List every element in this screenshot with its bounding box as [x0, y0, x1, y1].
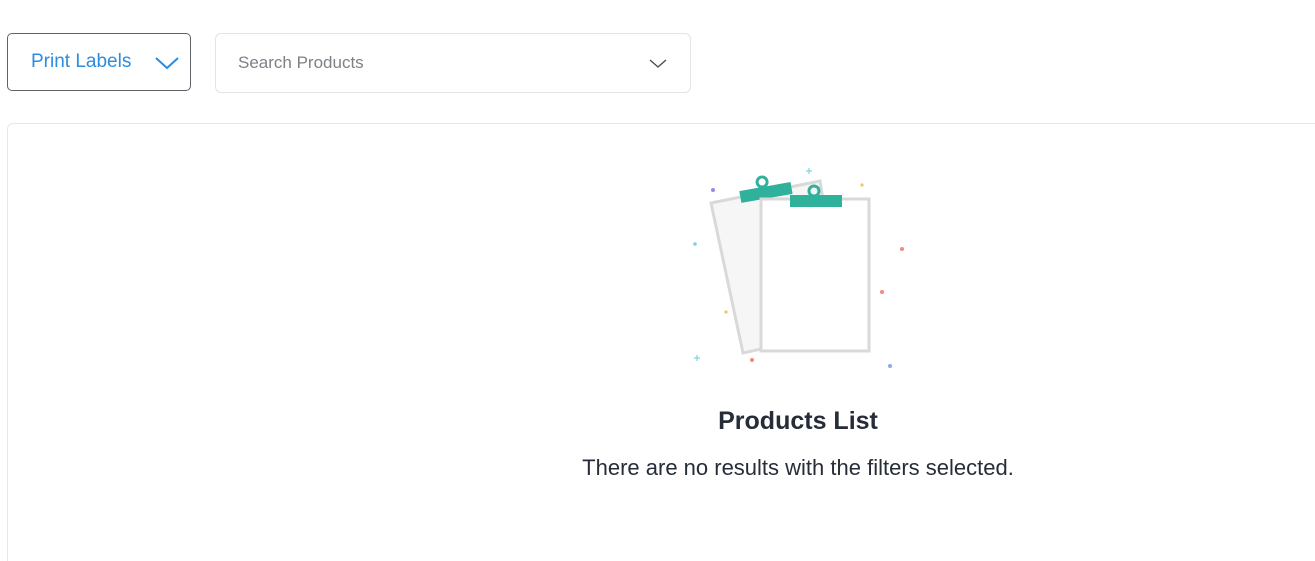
empty-state-title: Products List: [718, 407, 878, 435]
search-input[interactable]: [238, 53, 618, 73]
product-search-select[interactable]: [215, 33, 691, 93]
chevron-down-icon[interactable]: [649, 59, 667, 69]
print-labels-button[interactable]: Print Labels: [7, 33, 191, 91]
results-panel: [7, 123, 1315, 561]
clipboard-illustration: [693, 168, 904, 368]
print-labels-label: Print Labels: [31, 51, 132, 72]
products-page: Print Labels Search Products Products Li…: [0, 0, 1315, 561]
empty-state-message: There are no results with the filters se…: [582, 455, 1014, 480]
chevron-down-icon: [155, 57, 179, 70]
